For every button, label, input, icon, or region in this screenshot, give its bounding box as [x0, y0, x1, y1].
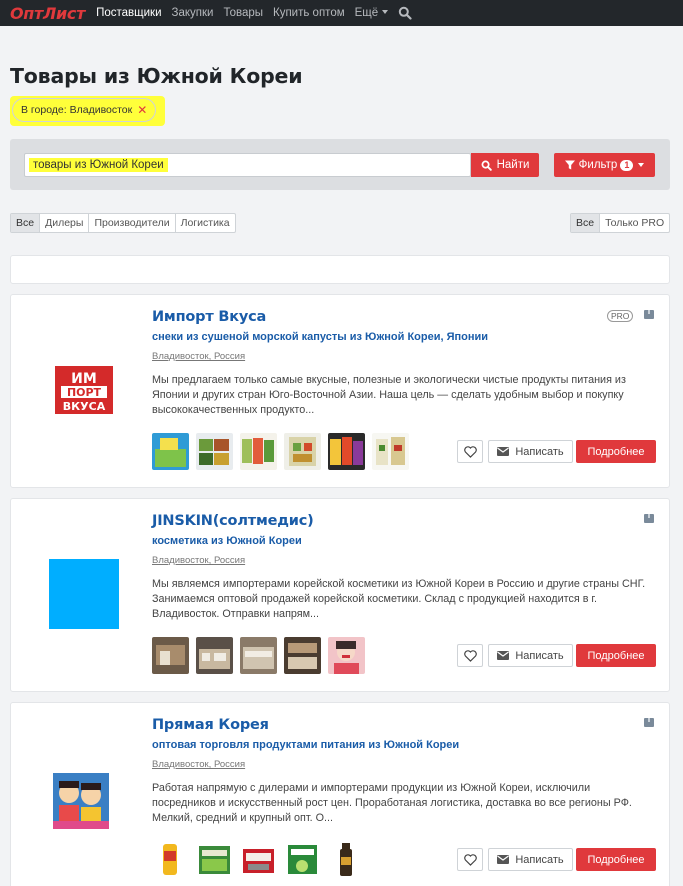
nav-item-more[interactable]: Ещё: [355, 7, 389, 19]
product-thumbnail[interactable]: [240, 637, 277, 674]
filter-button-label: Фильтр: [578, 159, 618, 171]
product-thumbnail[interactable]: [328, 841, 365, 878]
details-button[interactable]: Подробнее: [576, 440, 656, 463]
city-filter-chip[interactable]: В городе: Владивосток ✕: [12, 98, 157, 122]
find-button-label: Найти: [496, 159, 530, 171]
product-thumbnail[interactable]: [372, 433, 409, 470]
envelope-icon: [497, 855, 510, 864]
details-button[interactable]: Подробнее: [576, 644, 656, 667]
write-message-button[interactable]: Написать: [488, 440, 573, 463]
search-panel: товары из Южной Кореи Найти Фильтр 1: [10, 139, 670, 190]
product-thumbnail[interactable]: [240, 433, 277, 470]
card-subtitle[interactable]: оптовая торговля продуктами питания из Ю…: [152, 739, 459, 751]
box-icon: [644, 310, 654, 319]
product-thumbnail[interactable]: [240, 841, 277, 878]
product-thumbnail[interactable]: [152, 433, 189, 470]
pro-filter-all[interactable]: Все: [571, 214, 601, 232]
product-thumbnail[interactable]: [196, 433, 233, 470]
nav-item-more-label: Ещё: [354, 7, 379, 19]
product-thumbnails: [152, 637, 372, 674]
card-description: Работая напрямую с дилерами и импортерам…: [152, 782, 632, 824]
search-icon[interactable]: [398, 6, 412, 20]
card-description: Мы предлагаем только самые вкусные, поле…: [152, 374, 626, 416]
pro-filter-only-pro[interactable]: Только PRO: [600, 214, 669, 232]
nav-item-suppliers[interactable]: Поставщики: [96, 7, 161, 19]
find-button[interactable]: Найти: [471, 153, 539, 177]
product-thumbnail[interactable]: [152, 841, 189, 878]
box-icon: [644, 718, 654, 727]
filter-button[interactable]: Фильтр 1: [554, 153, 655, 177]
product-thumbnail[interactable]: [328, 433, 365, 470]
supplier-card: ИМ ПОРТ ВКУСА Импорт Вкуса снеки из суше…: [10, 294, 670, 488]
logo-text-1: ИМ: [71, 371, 97, 387]
box-icon: [644, 514, 654, 523]
company-logo[interactable]: [49, 763, 119, 833]
search-input-value: товары из Южной Кореи: [29, 158, 168, 172]
site-logo[interactable]: ОптЛист: [10, 4, 85, 23]
details-button[interactable]: Подробнее: [576, 848, 656, 871]
supplier-card: Прямая Корея оптовая торговля продуктами…: [10, 702, 670, 886]
nav-item-goods[interactable]: Товары: [223, 7, 263, 19]
write-message-label: Написать: [515, 853, 564, 866]
card-subtitle[interactable]: снеки из сушеной морской капусты из Южно…: [152, 331, 488, 343]
type-filter-all[interactable]: Все: [11, 214, 41, 232]
card-location[interactable]: Владивосток, Россия: [152, 351, 245, 362]
card-location[interactable]: Владивосток, Россия: [152, 759, 245, 770]
company-logo[interactable]: [49, 559, 119, 629]
card-subtitle[interactable]: косметика из Южной Кореи: [152, 535, 302, 547]
card-title[interactable]: Импорт Вкуса: [152, 309, 266, 325]
search-input[interactable]: товары из Южной Кореи: [24, 153, 471, 177]
write-message-label: Написать: [515, 445, 564, 458]
filter-count-badge: 1: [620, 159, 634, 171]
product-thumbnails: [152, 841, 372, 878]
card-title[interactable]: Прямая Корея: [152, 717, 269, 733]
product-thumbnail[interactable]: [152, 637, 189, 674]
type-filter-group: Все Дилеры Производители Логистика: [10, 213, 236, 233]
write-message-button[interactable]: Написать: [488, 848, 573, 871]
product-thumbnail[interactable]: [284, 637, 321, 674]
type-filter-manufacturers[interactable]: Производители: [89, 214, 176, 232]
top-navbar: ОптЛист Поставщики Закупки Товары Купить…: [0, 0, 683, 26]
type-filter-dealers[interactable]: Дилеры: [40, 214, 90, 232]
supplier-card: JINSKIN(солтмедис) косметика из Южной Ко…: [10, 498, 670, 692]
nav-item-buy-wholesale[interactable]: Купить оптом: [273, 7, 345, 19]
company-logo[interactable]: ИМ ПОРТ ВКУСА: [49, 355, 119, 425]
nav-item-purchases[interactable]: Закупки: [172, 7, 214, 19]
type-filter-logistics[interactable]: Логистика: [176, 214, 235, 232]
pro-filter-group: Все Только PRO: [570, 213, 671, 233]
card-title[interactable]: JINSKIN(солтмедис): [152, 513, 314, 529]
write-message-label: Написать: [515, 649, 564, 662]
heart-icon: [463, 445, 477, 458]
card-location[interactable]: Владивосток, Россия: [152, 555, 245, 566]
logo-text-3: ВКУСА: [63, 400, 106, 413]
product-thumbnail[interactable]: [196, 841, 233, 878]
envelope-icon: [497, 651, 510, 660]
heart-icon: [463, 853, 477, 866]
favorite-button[interactable]: [457, 848, 483, 871]
favorite-button[interactable]: [457, 644, 483, 667]
page-title: Товары из Южной Кореи: [10, 64, 303, 88]
city-filter-label: В городе: Владивосток: [21, 104, 133, 116]
card-description: Мы являемся импортерами корейской космет…: [152, 578, 646, 620]
logo-text-2: ПОРТ: [67, 386, 102, 399]
write-message-button[interactable]: Написать: [488, 644, 573, 667]
chevron-down-icon: [382, 10, 389, 14]
filter-icon: [564, 160, 575, 170]
close-icon[interactable]: ✕: [137, 103, 147, 117]
product-thumbnail[interactable]: [284, 433, 321, 470]
envelope-icon: [497, 447, 510, 456]
favorite-button[interactable]: [457, 440, 483, 463]
product-thumbnail[interactable]: [196, 637, 233, 674]
search-icon: [481, 160, 492, 171]
empty-banner: [10, 255, 670, 284]
product-thumbnail[interactable]: [284, 841, 321, 878]
pro-badge: PRO: [607, 310, 634, 322]
chevron-down-icon: [638, 163, 645, 167]
product-thumbnail[interactable]: [328, 637, 365, 674]
heart-icon: [463, 649, 477, 662]
nav-menu: Поставщики Закупки Товары Купить оптом Е…: [96, 6, 412, 20]
product-thumbnails: [152, 433, 416, 470]
